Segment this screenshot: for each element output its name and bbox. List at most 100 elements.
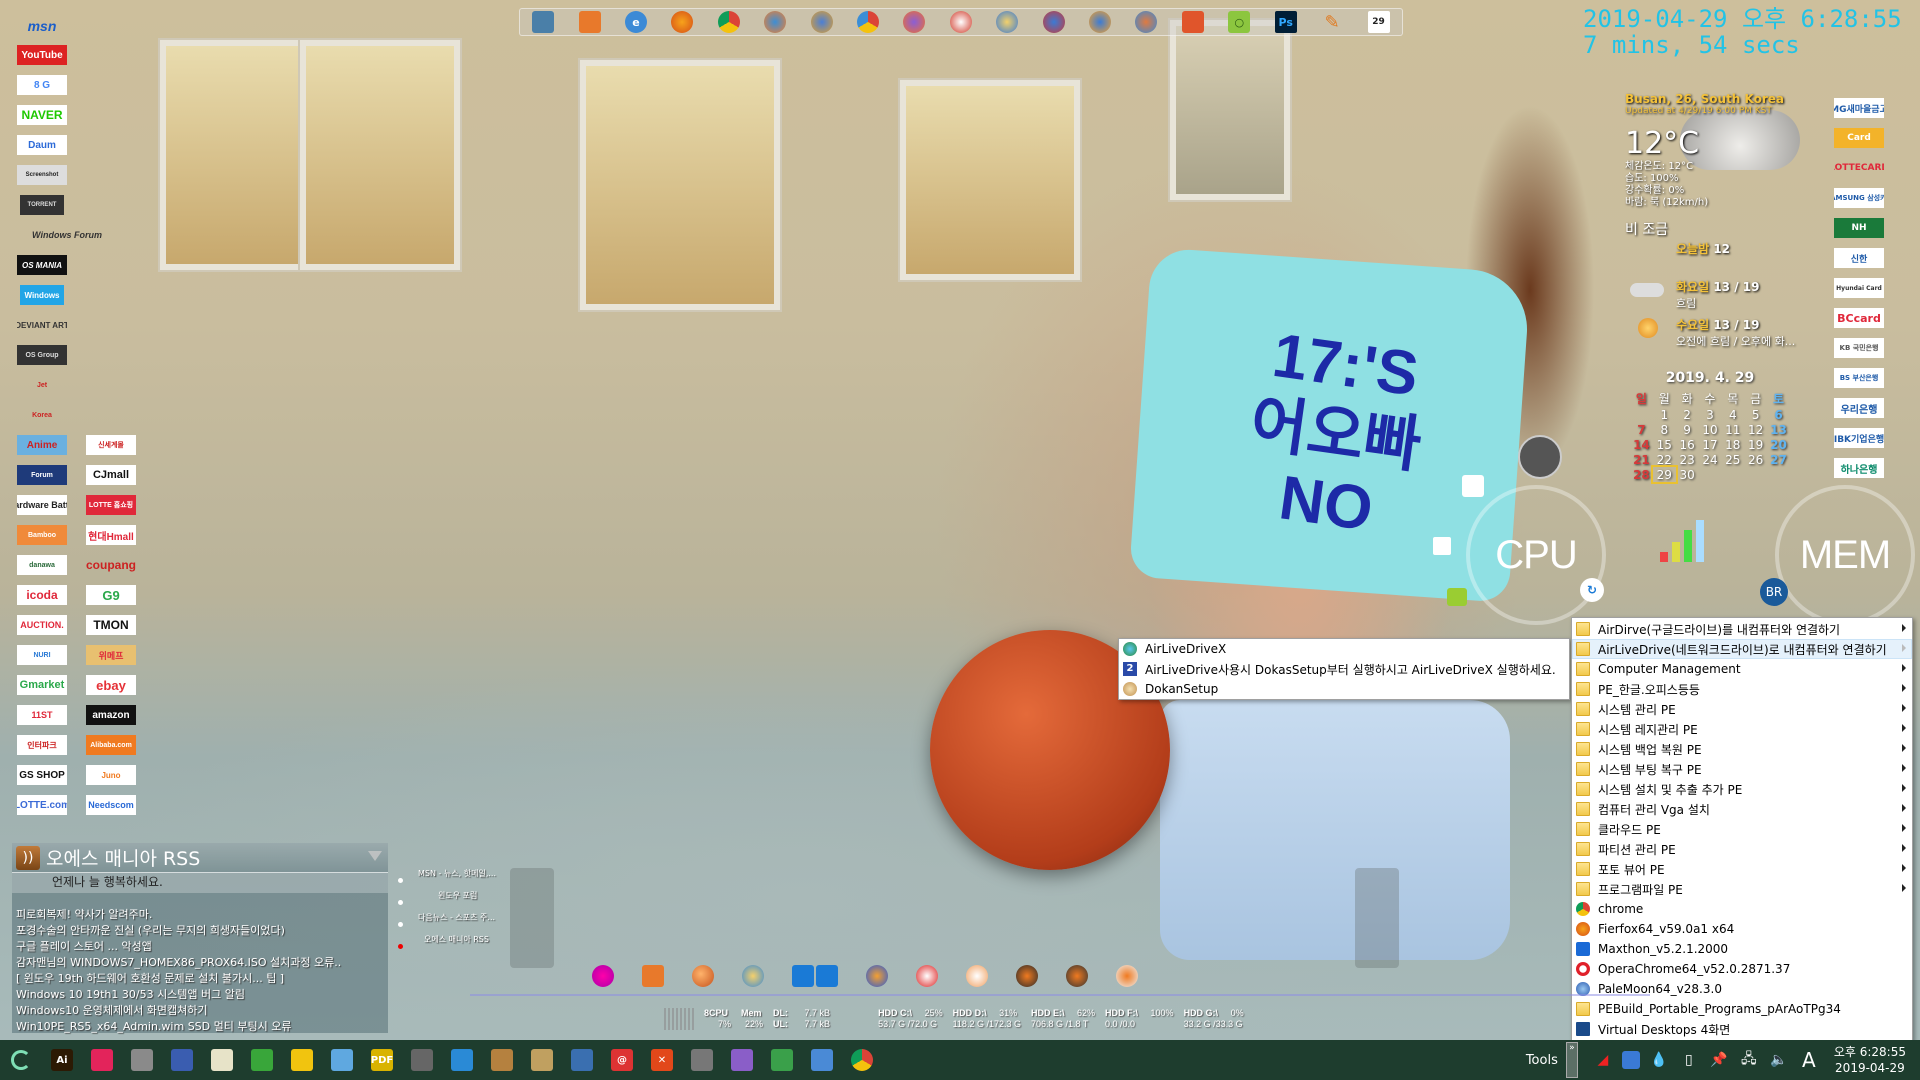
shortcut-osgroup[interactable]: OS Group: [17, 345, 67, 365]
shortcut-anime[interactable]: Anime: [17, 435, 67, 455]
anime-browser-2-icon[interactable]: [1042, 11, 1065, 33]
shortcut-lottecard[interactable]: LOTTECARD: [1834, 158, 1884, 178]
radial-launcher-icon[interactable]: [1518, 435, 1562, 479]
teamviewer-2-icon[interactable]: [816, 965, 838, 987]
shortcut-msn[interactable]: msn: [17, 16, 67, 36]
menu-item[interactable]: PEBuild_Portable_Programs_pArAoTPg34: [1572, 999, 1912, 1019]
shortcut-google[interactable]: 8 G: [17, 75, 67, 95]
shortcut-youtube[interactable]: YouTube: [17, 45, 67, 65]
shortcut-lotte-homeshopping[interactable]: LOTTE 홈쇼핑: [86, 495, 136, 515]
shortcut-amazon[interactable]: amazon: [86, 705, 136, 725]
app-window-icon[interactable]: [1462, 475, 1484, 497]
taskbar-app-notepad[interactable]: [202, 1040, 242, 1080]
pencil-icon[interactable]: ✎: [1321, 11, 1343, 33]
taskbar-app-hdd-tool[interactable]: [402, 1040, 442, 1080]
taskbar-app-save[interactable]: [162, 1040, 202, 1080]
menu-item[interactable]: 파티션 관리 PE: [1572, 839, 1912, 859]
menu-item[interactable]: 시스템 관리 PE: [1572, 699, 1912, 719]
shortcut-hyundai-card[interactable]: Hyundai Card: [1834, 278, 1884, 298]
shortcut-windows-forum[interactable]: Windows Forum: [17, 225, 117, 245]
shortcut-korea[interactable]: Korea: [27, 405, 57, 425]
taskbar-app-network-drive[interactable]: [762, 1040, 802, 1080]
firefox-red-icon[interactable]: [949, 11, 972, 33]
volume-icon[interactable]: 🔈: [1768, 1049, 1790, 1071]
br-app-icon[interactable]: BR: [1760, 578, 1788, 606]
shortcut-hmall[interactable]: 현대Hmall: [86, 525, 136, 545]
shortcut-11st[interactable]: 11ST: [17, 705, 67, 725]
shortcut-busan-bank[interactable]: BS 부산은행: [1834, 368, 1884, 388]
toolbar-overflow-button[interactable]: »: [1565, 1042, 1578, 1078]
taskbar-app-disk-tool[interactable]: [122, 1040, 162, 1080]
shortcut-danawa[interactable]: danawa: [17, 555, 67, 575]
drop-icon[interactable]: 💧: [1648, 1049, 1670, 1071]
menu-item[interactable]: 컴퓨터 관리 Vga 설치: [1572, 799, 1912, 819]
menu-item[interactable]: chrome: [1572, 899, 1912, 919]
menu-item[interactable]: PE_한글.오피스등등: [1572, 679, 1912, 699]
shortcut-hardware-battle[interactable]: Hardware Battle: [17, 495, 67, 515]
browser-tails-icon[interactable]: [866, 965, 888, 987]
chrome-icon[interactable]: [717, 11, 740, 33]
unlock-gear-icon[interactable]: [1433, 537, 1451, 555]
menu-item[interactable]: 시스템 백업 복원 PE: [1572, 739, 1912, 759]
shortcut-g9[interactable]: G9: [86, 585, 136, 605]
chrome-alt-icon[interactable]: [857, 11, 880, 33]
shortcut-screenshot[interactable]: Screenshot: [17, 165, 67, 185]
waterfox-icon[interactable]: [1089, 11, 1112, 33]
shortcut-lottecom[interactable]: LOTTE.com: [17, 795, 67, 815]
menu-item[interactable]: 포토 뷰어 PE: [1572, 859, 1912, 879]
taskbar-app-presentation[interactable]: [82, 1040, 122, 1080]
taskbar-app-ccleaner[interactable]: [682, 1040, 722, 1080]
menu-item[interactable]: Computer Management: [1572, 659, 1912, 679]
anime-browser-3-icon[interactable]: [1135, 11, 1158, 33]
shortcut-windows[interactable]: Windows: [20, 285, 64, 305]
taskbar-app-installer[interactable]: [482, 1040, 522, 1080]
firefox-orange-icon[interactable]: [1181, 11, 1204, 33]
firefox-folder-icon[interactable]: [578, 11, 601, 33]
shortcut-juno[interactable]: Juno: [86, 765, 136, 785]
rss-item[interactable]: 포경수술의 안타까운 진실 (우리는 무지의 희생자들이었다): [16, 923, 388, 939]
shortcut-naver[interactable]: NAVER: [17, 105, 67, 125]
search-green-icon[interactable]: ○: [1228, 11, 1251, 33]
menu-item[interactable]: 시스템 설치 및 추출 추가 PE: [1572, 779, 1912, 799]
firefox-blue-icon[interactable]: [764, 11, 787, 33]
ie-icon[interactable]: e: [625, 11, 648, 33]
shortcut-bccard[interactable]: BCcard: [1834, 308, 1884, 328]
taskbar-app-pdf[interactable]: PDF: [362, 1040, 402, 1080]
taskbar-app-shield[interactable]: [802, 1040, 842, 1080]
drive-refresh-icon[interactable]: [1447, 588, 1467, 606]
shortcut-ibk-bank[interactable]: IBK기업은행: [1834, 428, 1884, 448]
tools-toolbar-label[interactable]: Tools: [1526, 1053, 1558, 1068]
shortcut-samsung-card[interactable]: SAMSUNG 삼성카드: [1834, 188, 1884, 208]
submenu-item-dokansetup[interactable]: DokanSetup: [1119, 679, 1569, 699]
calendar-icon[interactable]: 29: [1367, 11, 1390, 33]
taskbar-app-triangle-app[interactable]: [442, 1040, 482, 1080]
menu-item[interactable]: 시스템 부팅 복구 PE: [1572, 759, 1912, 779]
taskbar-app-potplayer[interactable]: [282, 1040, 322, 1080]
firefox-dark-icon[interactable]: [1066, 965, 1088, 987]
shortcut-shinsegae[interactable]: 신세계몰: [86, 435, 136, 455]
menu-item[interactable]: 클라우드 PE: [1572, 819, 1912, 839]
shortcut-alibaba[interactable]: Alibaba.com: [86, 735, 136, 755]
rss-item[interactable]: 구글 플레이 스토어 ... 악성앱: [16, 939, 388, 955]
ime-icon[interactable]: A: [1798, 1048, 1820, 1072]
menu-item[interactable]: AirLiveDrive(네트워크드라이브)로 내컴퓨터와 연결하기: [1572, 639, 1912, 659]
menu-item[interactable]: 시스템 레지관리 PE: [1572, 719, 1912, 739]
pin-icon[interactable]: 📌: [1708, 1049, 1730, 1071]
shortcut-tmon[interactable]: TMON: [86, 615, 136, 635]
menu-item[interactable]: Maxthon_v5.2.1.2000: [1572, 939, 1912, 959]
submenu-item-instructions[interactable]: 2 AirLiveDrive사용시 DokasSetup부터 실행하시고 Air…: [1119, 659, 1569, 679]
feed-item-windows-forum[interactable]: 윈도우 포럼: [398, 890, 496, 912]
firefox-white-icon[interactable]: [1116, 965, 1138, 987]
feed-item-osmania[interactable]: 오에스 매니아 RSS: [398, 934, 496, 956]
rss-item[interactable]: Windows10 운영체제에서 화면캡쳐하기: [16, 1003, 388, 1019]
taskbar-app-email-shield[interactable]: @: [602, 1040, 642, 1080]
shortcut-deviantart[interactable]: DEVIANT ART: [17, 315, 67, 335]
shortcut-mg-bank[interactable]: MG새마을금고: [1834, 98, 1884, 118]
firefox-folder-icon[interactable]: [642, 965, 664, 987]
shortcut-wemakeprice[interactable]: 위메프: [86, 645, 136, 665]
shortcut-coupang[interactable]: coupang: [86, 555, 136, 575]
shortcut-torrent[interactable]: TORRENT: [20, 195, 64, 215]
app-tray-icon[interactable]: [1621, 1051, 1640, 1069]
feed-item-msn[interactable]: MSN - 뉴스, 핫메일,...: [398, 868, 496, 890]
shortcut-hana-bank[interactable]: 하나은행: [1834, 458, 1884, 478]
